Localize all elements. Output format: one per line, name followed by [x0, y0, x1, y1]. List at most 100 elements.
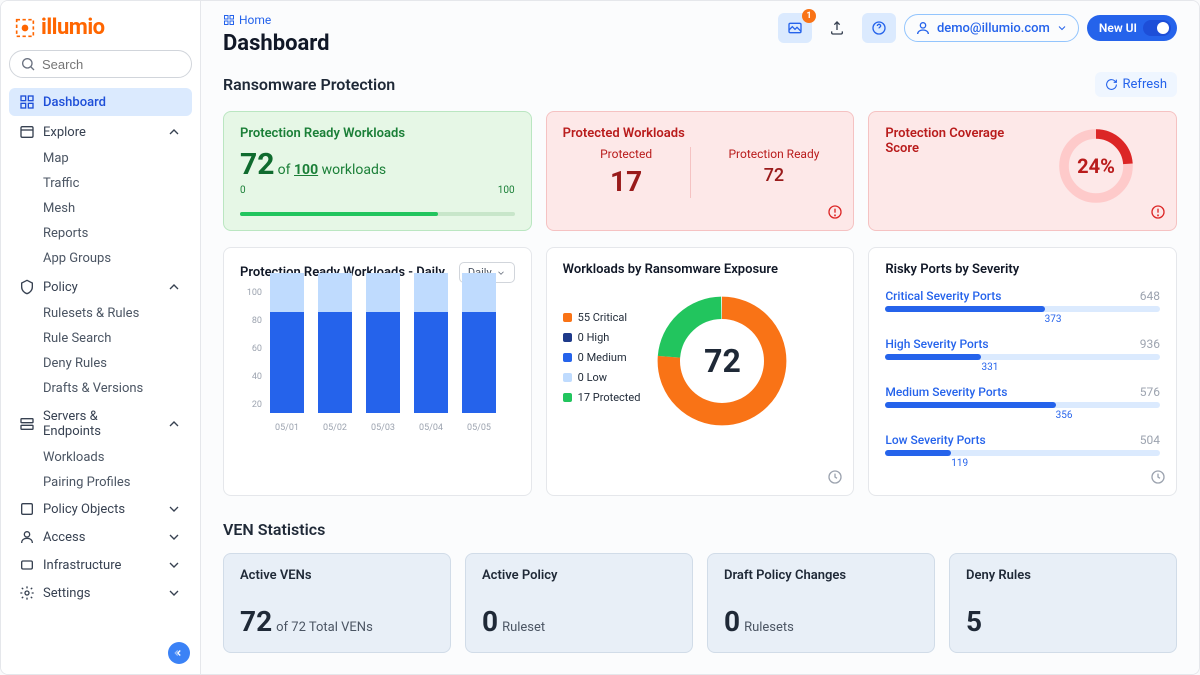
nav-policy-objects[interactable]: Policy Objects: [9, 495, 192, 523]
clock-icon: [827, 469, 843, 485]
card-label: Protected Workloads: [563, 126, 838, 141]
main-content: Home Dashboard 1 demo@illumio.com: [201, 1, 1199, 674]
card-value: 72: [240, 147, 274, 182]
severity-row[interactable]: Low Severity Ports504 119: [885, 433, 1160, 469]
nav-rule-search[interactable]: Rule Search: [9, 326, 192, 351]
ven-card[interactable]: Active Policy0Ruleset: [465, 553, 693, 653]
card-coverage-score[interactable]: Protection Coverage Score 24%: [868, 111, 1177, 231]
nav-dashboard[interactable]: Dashboard: [9, 88, 192, 116]
chevron-down-icon: [496, 268, 506, 278]
notification-badge: 1: [802, 9, 816, 23]
panel-title: Risky Ports by Severity: [885, 262, 1160, 277]
chevron-up-icon: [166, 124, 182, 140]
nav-settings[interactable]: Settings: [9, 579, 192, 607]
nav-servers[interactable]: Servers & Endpoints: [9, 403, 192, 445]
search-icon: [20, 56, 36, 72]
nav-app-groups[interactable]: App Groups: [9, 246, 192, 271]
nav-label: Infrastructure: [43, 558, 121, 573]
nav-workloads[interactable]: Workloads: [9, 445, 192, 470]
search-input[interactable]: [42, 57, 218, 72]
ven-card[interactable]: Draft Policy Changes0Rulesets: [707, 553, 935, 653]
ready-label: Protection Ready: [711, 147, 838, 161]
nav-rulesets[interactable]: Rulesets & Rules: [9, 301, 192, 326]
collapse-sidebar-button[interactable]: [168, 642, 190, 664]
protected-label: Protected: [563, 147, 690, 161]
nav-label: Policy Objects: [43, 502, 125, 517]
new-ui-toggle[interactable]: New UI: [1087, 15, 1177, 41]
gauge-value: 24%: [1056, 126, 1136, 206]
refresh-icon: [1105, 78, 1118, 91]
servers-icon: [19, 416, 35, 432]
export-button[interactable]: [820, 13, 854, 43]
export-icon: [829, 20, 845, 36]
nav-policy[interactable]: Policy: [9, 273, 192, 301]
nav-label: Explore: [43, 125, 86, 140]
user-icon: [915, 20, 931, 36]
logo-icon: [15, 18, 35, 38]
breadcrumb-home: Home: [239, 13, 271, 27]
severity-row[interactable]: Critical Severity Ports648 373: [885, 289, 1160, 325]
nav-access[interactable]: Access: [9, 523, 192, 551]
panel-risky-ports: Risky Ports by Severity Critical Severit…: [868, 247, 1177, 496]
image-icon: [787, 20, 803, 36]
infra-icon: [19, 557, 35, 573]
chevron-down-icon: [166, 501, 182, 517]
search-box[interactable]: [9, 50, 192, 78]
nav-mesh[interactable]: Mesh: [9, 196, 192, 221]
chevron-up-icon: [166, 416, 182, 432]
donut-legend: 55 Critical 0 High 0 Medium 0 Low 17 Pro…: [563, 311, 641, 411]
chevron-down-icon: [166, 557, 182, 573]
card-label: Protection Ready Workloads: [240, 126, 515, 141]
nav-map[interactable]: Map: [9, 146, 192, 171]
panel-daily-chart: Protection Ready Workloads - Daily Daily…: [223, 247, 532, 496]
chevron-down-icon: [166, 529, 182, 545]
new-ui-label: New UI: [1099, 21, 1137, 35]
warning-icon: [827, 204, 843, 220]
explore-icon: [19, 124, 35, 140]
notification-button[interactable]: 1: [778, 13, 812, 43]
user-icon: [19, 529, 35, 545]
question-icon: [871, 20, 887, 36]
nav-label: Access: [43, 530, 85, 545]
page-title: Dashboard: [223, 31, 778, 56]
nav-deny-rules[interactable]: Deny Rules: [9, 351, 192, 376]
card-protection-ready[interactable]: Protection Ready Workloads 72 of 100 wor…: [223, 111, 532, 231]
grid-icon: [223, 14, 235, 26]
warning-icon: [1150, 204, 1166, 220]
bar-chart: 100 80 60 40 20 05/01 05/02 05/03 05/04 …: [240, 293, 515, 433]
protected-value: 17: [563, 165, 690, 198]
shield-icon: [19, 279, 35, 295]
donut-chart: 72: [652, 291, 792, 431]
user-menu[interactable]: demo@illumio.com: [904, 14, 1079, 42]
refresh-label: Refresh: [1123, 77, 1167, 92]
progress-bar: [240, 212, 515, 216]
grid-icon: [19, 94, 35, 110]
severity-row[interactable]: High Severity Ports936 331: [885, 337, 1160, 373]
panel-exposure-donut: Workloads by Ransomware Exposure 55 Crit…: [546, 247, 855, 496]
toggle-icon: [1143, 20, 1171, 36]
refresh-button[interactable]: Refresh: [1095, 72, 1177, 97]
nav-reports[interactable]: Reports: [9, 221, 192, 246]
nav-label: Settings: [43, 586, 90, 601]
help-button[interactable]: [862, 13, 896, 43]
ven-card[interactable]: Deny Rules5: [949, 553, 1177, 653]
nav-infrastructure[interactable]: Infrastructure: [9, 551, 192, 579]
tag-icon: [19, 501, 35, 517]
chevron-left-icon: [174, 648, 184, 658]
chevron-up-icon: [166, 279, 182, 295]
nav-pairing[interactable]: Pairing Profiles: [9, 470, 192, 495]
nav-drafts[interactable]: Drafts & Versions: [9, 376, 192, 401]
chevron-down-icon: [166, 585, 182, 601]
logo-text: illumio: [41, 15, 105, 40]
breadcrumb[interactable]: Home: [223, 13, 778, 27]
sidebar: illumio Dashboard Explore Map Traffic Me…: [1, 1, 201, 674]
nav-label: Policy: [43, 280, 78, 295]
nav-traffic[interactable]: Traffic: [9, 171, 192, 196]
severity-row[interactable]: Medium Severity Ports576 356: [885, 385, 1160, 421]
ven-card[interactable]: Active VENs72of 72 Total VENs: [223, 553, 451, 653]
gear-icon: [19, 585, 35, 601]
nav-label: Servers & Endpoints: [43, 409, 158, 439]
nav-explore[interactable]: Explore: [9, 118, 192, 146]
logo[interactable]: illumio: [9, 11, 192, 50]
card-protected-workloads[interactable]: Protected Workloads Protected 17 Protect…: [546, 111, 855, 231]
